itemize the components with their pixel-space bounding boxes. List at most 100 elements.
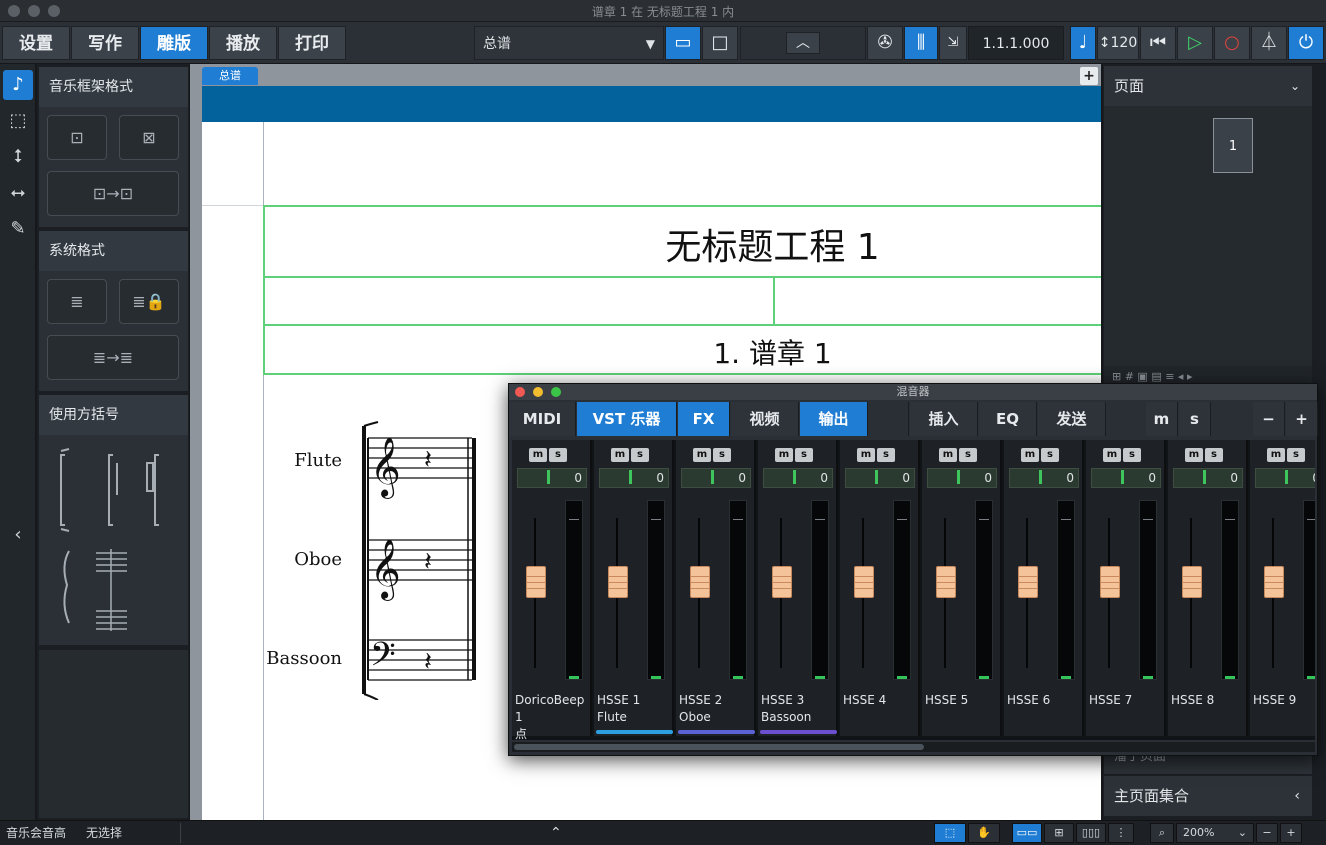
channel-solo-button[interactable]: s xyxy=(795,448,813,462)
video-button[interactable]: ✇ xyxy=(867,26,903,60)
mixer-zoom-button[interactable] xyxy=(551,387,561,397)
channel-pan-control[interactable]: 0 xyxy=(1173,468,1243,488)
channel-mute-button[interactable]: m xyxy=(693,448,711,462)
spreads-view-button[interactable]: ▭▭ xyxy=(1012,823,1042,843)
position-counter[interactable]: 1.1.1.000 xyxy=(968,26,1064,60)
channel-solo-button[interactable]: s xyxy=(631,448,649,462)
system-break-button[interactable]: ≣ xyxy=(47,279,107,324)
channel-mute-button[interactable]: m xyxy=(857,448,875,462)
hand-tool-button[interactable]: ✋ xyxy=(968,823,1000,843)
zoom-out-button[interactable]: − xyxy=(1256,823,1278,843)
channel-solo-button[interactable]: s xyxy=(1041,448,1059,462)
channel-pan-control[interactable]: 0 xyxy=(1091,468,1161,488)
zoom-in-button[interactable]: + xyxy=(1280,823,1302,843)
hide-toolbar-button[interactable]: ︿ xyxy=(786,32,820,54)
channel-volume-fader[interactable] xyxy=(1182,566,1202,598)
mixer-tab-sends[interactable]: 发送 xyxy=(1038,402,1106,436)
tab-full-score[interactable]: 总谱 xyxy=(202,67,258,85)
channel-pan-control[interactable]: 0 xyxy=(845,468,915,488)
channel-mute-button[interactable]: m xyxy=(775,448,793,462)
channel-mute-button[interactable]: m xyxy=(939,448,957,462)
marquee-tool-button[interactable]: ⬚ xyxy=(934,823,966,843)
mixer-tab-output[interactable]: 输出 xyxy=(800,402,868,436)
layout-select[interactable]: 总谱 ▼ xyxy=(474,26,664,60)
frames-tool[interactable]: ⬚ xyxy=(3,106,33,136)
mixer-narrow-button[interactable]: − xyxy=(1253,402,1285,436)
mixer-global-mute-button[interactable]: m xyxy=(1146,402,1178,436)
audio-engine-button[interactable]: ⏻ xyxy=(1288,26,1324,60)
mixer-scrollbar[interactable] xyxy=(512,742,1315,752)
grid-view-button[interactable]: ⊞ xyxy=(1044,823,1074,843)
insert-frame-button[interactable]: ⊡ xyxy=(47,115,107,160)
channel-volume-fader[interactable] xyxy=(690,566,710,598)
instrument-name-flute[interactable]: Flute xyxy=(262,450,342,471)
mixer-tab-midi[interactable]: MIDI xyxy=(509,402,576,436)
mixer-tab-eq[interactable]: EQ xyxy=(979,402,1037,436)
channel-solo-button[interactable]: s xyxy=(1123,448,1141,462)
vertical-view-button[interactable]: ⋮ xyxy=(1108,823,1134,843)
lock-system-button[interactable]: ≣🔒 xyxy=(119,279,179,324)
instrument-name-bassoon[interactable]: Bassoon xyxy=(262,648,342,669)
rewind-button[interactable]: ⏮ xyxy=(1140,26,1176,60)
channel-solo-button[interactable]: s xyxy=(1205,448,1223,462)
mode-tab-play[interactable]: 播放 xyxy=(209,26,277,60)
channel-pan-control[interactable]: 0 xyxy=(927,468,997,488)
graphics-tool[interactable]: ✎ xyxy=(3,214,33,244)
channel-volume-fader[interactable] xyxy=(1018,566,1038,598)
graphic-edit-tool[interactable]: ♪ xyxy=(3,70,33,100)
master-pages-header[interactable]: 主页面集合 ‹ xyxy=(1104,776,1312,816)
mode-tab-print[interactable]: 打印 xyxy=(278,26,346,60)
mode-tab-write[interactable]: 写作 xyxy=(71,26,139,60)
move-systems-button[interactable]: ≣→≣ xyxy=(47,335,179,380)
new-tab-button[interactable]: + xyxy=(1080,67,1098,85)
channel-pan-control[interactable]: 0 xyxy=(517,468,587,488)
score-staves[interactable]: 𝄞 𝄞 𝄢 𝄽 𝄽 𝄽 xyxy=(354,420,484,700)
mixer-close-button[interactable] xyxy=(515,387,525,397)
channel-solo-button[interactable]: s xyxy=(713,448,731,462)
tempo-display[interactable]: ↕120 xyxy=(1097,26,1139,60)
mixer-tab-video[interactable]: 视频 xyxy=(731,402,799,436)
horizontal-view-button[interactable]: ▯▯▯ xyxy=(1076,823,1106,843)
channel-volume-fader[interactable] xyxy=(1264,566,1284,598)
channel-volume-fader[interactable] xyxy=(936,566,956,598)
instrument-name-oboe[interactable]: Oboe xyxy=(262,549,342,570)
mode-tab-setup[interactable]: 设置 xyxy=(2,26,70,60)
metronome-button[interactable]: ⏃ xyxy=(1251,26,1287,60)
page-thumbnail[interactable]: 1 xyxy=(1213,118,1253,173)
concert-pitch-toggle[interactable]: 音乐会音高 xyxy=(6,823,66,843)
channel-pan-control[interactable]: 0 xyxy=(763,468,833,488)
channel-pan-control[interactable]: 0 xyxy=(599,468,669,488)
pages-section-header[interactable]: 页面 ⌄ xyxy=(1104,66,1312,106)
page-view-button[interactable]: ▭ xyxy=(665,26,701,60)
page-tools-icons[interactable]: ⊞ # ▣ ▤ ≡ ◂ ▸ xyxy=(1112,370,1192,383)
channel-mute-button[interactable]: m xyxy=(1185,448,1203,462)
lock-frame-button[interactable]: ⊠ xyxy=(119,115,179,160)
mixer-tab-insert[interactable]: 插入 xyxy=(910,402,978,436)
channel-mute-button[interactable]: m xyxy=(1103,448,1121,462)
mixer-minimize-button[interactable] xyxy=(533,387,543,397)
channel-volume-fader[interactable] xyxy=(526,566,546,598)
galley-view-button[interactable]: □ xyxy=(702,26,738,60)
mixer-tab-fx[interactable]: FX xyxy=(678,402,730,436)
zoom-icon-button[interactable]: ⌕ xyxy=(1150,823,1174,843)
channel-solo-button[interactable]: s xyxy=(549,448,567,462)
channel-mute-button[interactable]: m xyxy=(1267,448,1285,462)
mixer-widen-button[interactable]: + xyxy=(1286,402,1318,436)
lower-zone-toggle[interactable]: ⌃ xyxy=(550,823,562,843)
move-frames-button[interactable]: ⊡→⊡ xyxy=(47,171,179,216)
project-title[interactable]: 无标题工程 1 xyxy=(560,218,985,270)
channel-solo-button[interactable]: s xyxy=(877,448,895,462)
bracket-tools[interactable] xyxy=(51,445,181,635)
zoom-select[interactable]: 200% ⌄ xyxy=(1176,823,1254,843)
channel-volume-fader[interactable] xyxy=(608,566,628,598)
channel-mute-button[interactable]: m xyxy=(529,448,547,462)
channel-solo-button[interactable]: s xyxy=(1287,448,1305,462)
note-spacing-tool[interactable]: ⭤ xyxy=(3,178,33,208)
flow-title[interactable]: 1. 谱章 1 xyxy=(560,332,985,372)
collapse-left-panel-button[interactable]: ‹ xyxy=(3,520,33,550)
staff-spacing-tool[interactable]: ⭥ xyxy=(3,142,33,172)
play-button[interactable]: ▷ xyxy=(1177,26,1213,60)
channel-solo-button[interactable]: s xyxy=(959,448,977,462)
channel-pan-control[interactable]: 0 xyxy=(681,468,751,488)
channel-volume-fader[interactable] xyxy=(1100,566,1120,598)
